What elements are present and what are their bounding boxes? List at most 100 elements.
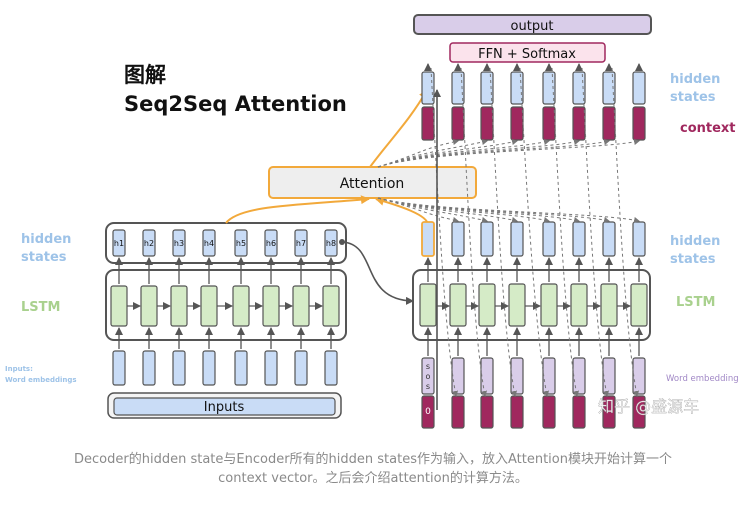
encoder-to-decoder-arrow (342, 241, 414, 305)
encoder-lstm-cell (140, 285, 158, 327)
attention-to-context-dashed (377, 139, 518, 168)
encoder-hidden-cell-label: h5 (236, 239, 246, 248)
encoder-to-attention-arrow (225, 195, 370, 224)
figure-caption: Decoder的hidden state与Encoder所有的hidden st… (10, 450, 736, 488)
decoder-embedding-cell (480, 357, 494, 395)
decoder-context-cell (602, 106, 616, 141)
decoder-lstm-cell (419, 283, 437, 327)
decoder-embedding-cell (510, 357, 524, 395)
decoder-hidden-cell (421, 221, 435, 257)
attention-to-context-dashed (377, 139, 610, 168)
decoder-lstm-cell (570, 283, 588, 327)
word-embedding-label: Word embedding (666, 374, 739, 384)
decoder-lstm-cell (540, 283, 558, 327)
encoder-hidden-cell-label: h6 (266, 239, 276, 248)
attention-to-hidden-dashed (377, 197, 640, 223)
encoder-embedding-cell (294, 350, 308, 386)
encoder-lstm-cell (322, 285, 340, 327)
decoder-input-token-cell (451, 395, 465, 429)
context-label: context (680, 121, 736, 136)
attention-label: Attention (340, 176, 405, 192)
decoder-input-token-cell (510, 395, 524, 429)
encoder-embedding-cell (142, 350, 156, 386)
encoder-lstm-cell (110, 285, 128, 327)
encoder-hidden-cell-label: h2 (144, 239, 154, 248)
decoder-top-states-label: states (670, 90, 716, 105)
decoder-context-cell (421, 106, 435, 141)
decoder-embedding-cell (451, 357, 465, 395)
encoder-hidden-cell-label: h1 (114, 239, 124, 248)
decoder-input-token-cell (542, 395, 556, 429)
encoder-lstm-cell (292, 285, 310, 327)
decoder-context-cell (632, 106, 646, 141)
sos-letter: s (426, 382, 430, 391)
encoder-embedding-cell (324, 350, 338, 386)
decoder-embedding-cell (572, 357, 586, 395)
attention-to-hidden-dashed (377, 197, 488, 223)
decoder-lstm-cell (508, 283, 526, 327)
decoder-lstm-cell (600, 283, 618, 327)
zero-token-label: 0 (425, 407, 431, 417)
decoder-states-label: states (670, 252, 716, 267)
encoder-lstm-cell (200, 285, 218, 327)
decoder-hidden-cell (480, 221, 494, 257)
attention-to-hidden-dashed (377, 197, 518, 223)
sos-letter: o (426, 372, 431, 381)
decoder-top-hidden-label: hidden (670, 72, 720, 87)
decoder-hidden-cell (572, 221, 586, 257)
encoder-embedding-cell (172, 350, 186, 386)
decoder-context-cell (542, 106, 556, 141)
encoder-lstm-cell (232, 285, 250, 327)
decoder-hidden-cell (451, 221, 465, 257)
title-line-2: Seq2Seq Attention (124, 92, 347, 116)
decoder-hidden-cell (632, 221, 646, 257)
watermark: 知乎 @盛源车 (598, 397, 699, 416)
encoder-lstm-label: LSTM (21, 300, 60, 315)
seq2seq-attention-diagram: 图解 Seq2Seq Attention hidden states LSTM … (5, 14, 739, 429)
encoder-embedding-cell (202, 350, 216, 386)
sos-letter: s (426, 362, 430, 371)
encoder-lstm-cell (170, 285, 188, 327)
decoder-lstm-cell (630, 283, 648, 327)
decoder-embedding-cell (602, 357, 616, 395)
decoder-hidden-cell (510, 221, 524, 257)
decoder-context-cell (510, 106, 524, 141)
caption-line-2: context vector。之后会介绍attention的计算方法。 (218, 471, 528, 486)
encoder-hidden-cell-label: h4 (204, 239, 214, 248)
encoder-hidden-cell-label: h3 (174, 239, 184, 248)
dashed-connections (377, 67, 640, 397)
output-label: output (511, 19, 554, 34)
encoder-final-state-dot (339, 239, 345, 245)
encoder-embedding-cell (112, 350, 126, 386)
encoder-inputs-label: Inputs: (5, 365, 33, 373)
decoder-embedding-cell (632, 357, 646, 395)
encoder-inputs-bar-label: Inputs (204, 400, 245, 415)
title-line-1: 图解 (124, 63, 166, 87)
decoder-top-hidden-cell (632, 71, 646, 105)
encoder-embedding-cell (264, 350, 278, 386)
encoder-hidden-group-box (105, 222, 347, 264)
encoder-word-embeddings-label: Word embeddings (5, 376, 77, 384)
caption-line-1: Decoder的hidden state与Encoder所有的hidden st… (74, 452, 672, 467)
decoder-lstm-cell (478, 283, 496, 327)
decoder-context-cell (480, 106, 494, 141)
decoder-lstm-cell (449, 283, 467, 327)
decoder-hidden-cell (542, 221, 556, 257)
decoder-context-cell (451, 106, 465, 141)
decoder-context-cell (572, 106, 586, 141)
encoder-hidden-cell-label: h8 (326, 239, 336, 248)
attention-to-context-dashed (377, 139, 640, 168)
encoder-lstm-cell (262, 285, 280, 327)
attention-to-hidden-dashed (377, 197, 610, 223)
decoder-input-token-cell (572, 395, 586, 429)
encoder-embedding-cell (234, 350, 248, 386)
decoder-hidden-label: hidden (670, 234, 720, 249)
encoder-hidden-label: hidden (21, 232, 71, 247)
decoder-embedding-cell (542, 357, 556, 395)
decoder-lstm-label: LSTM (676, 295, 715, 310)
attention-to-context-arrow (369, 89, 428, 168)
decoder-hidden-cell (602, 221, 616, 257)
decoder-input-token-cell (480, 395, 494, 429)
encoder-hidden-cell-label: h7 (296, 239, 306, 248)
ffn-softmax-label: FFN + Softmax (478, 47, 576, 62)
